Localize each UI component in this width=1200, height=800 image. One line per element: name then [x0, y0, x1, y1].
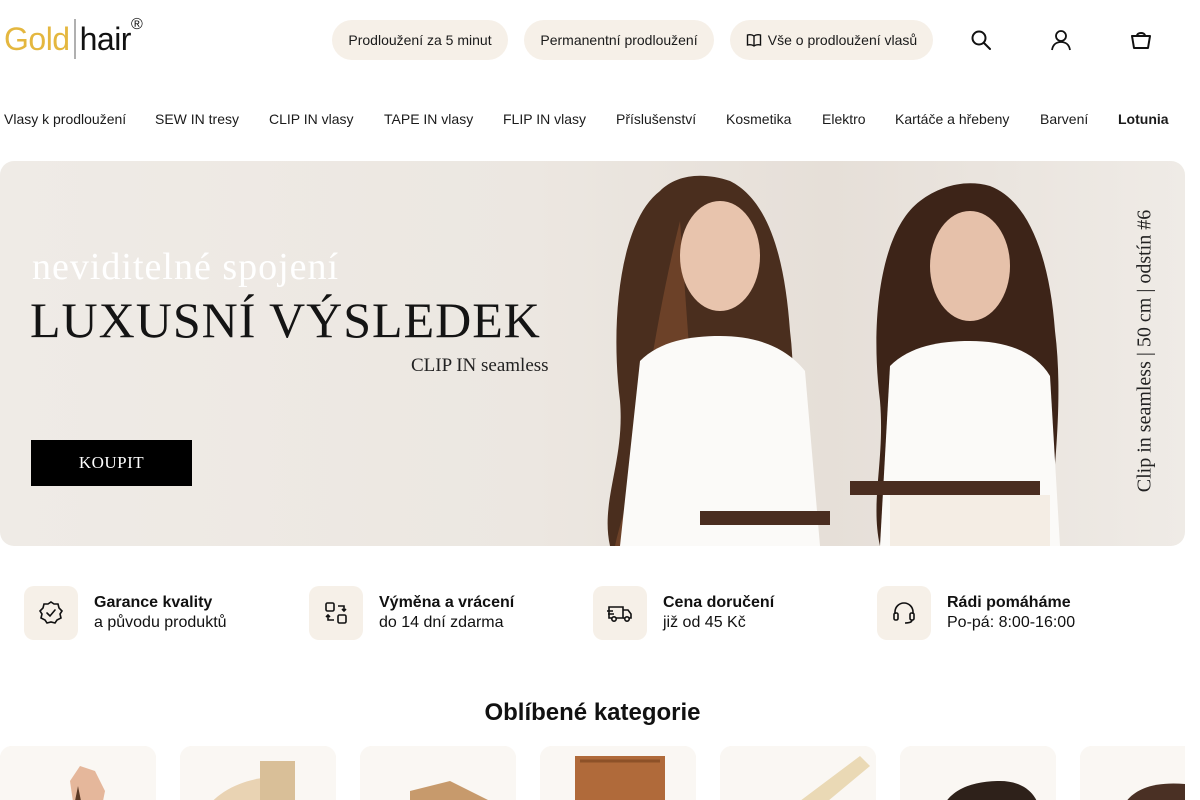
exchange-icon	[309, 586, 363, 640]
search-icon[interactable]	[968, 27, 994, 53]
category-card[interactable]	[0, 746, 156, 800]
nav-item-accessories[interactable]: Příslušenství	[616, 110, 696, 128]
category-card[interactable]	[1080, 746, 1185, 800]
logo-divider	[73, 19, 76, 59]
category-image	[360, 746, 516, 800]
hero-title: LUXUSNÍ VÝSLEDEK	[30, 292, 541, 348]
hero-subtitle: neviditelné spojení	[32, 246, 340, 288]
feature-delivery: Cena doručení již od 45 Kč	[593, 586, 774, 640]
category-image	[720, 746, 876, 800]
feature-text: do 14 dní zdarma	[379, 614, 504, 631]
logo-gold-text: Gold	[4, 20, 70, 57]
hero-side-text: Clip in seamless | 50 cm | odstín #6	[1133, 209, 1156, 493]
nav-item-flip-in[interactable]: FLIP IN vlasy	[503, 110, 586, 128]
pill-label: Permanentní prodloužení	[540, 32, 698, 48]
feature-text: a původu produktů	[94, 614, 227, 631]
category-card[interactable]	[900, 746, 1056, 800]
category-image	[180, 746, 336, 800]
category-image	[0, 746, 156, 800]
feature-title: Rádi pomáháme	[947, 594, 1071, 611]
user-icon[interactable]	[1048, 27, 1074, 53]
nav-item-lotunia[interactable]: Lotunia	[1118, 110, 1169, 128]
feature-text: Po-pá: 8:00-16:00	[947, 614, 1076, 631]
site-logo[interactable]: Gold hair ®	[4, 16, 143, 60]
logo-hair-text: hair	[79, 20, 132, 57]
nav-item-cosmetics[interactable]: Kosmetika	[726, 110, 791, 128]
nav-item-electro[interactable]: Elektro	[822, 110, 866, 128]
category-image	[1080, 746, 1185, 800]
pill-permanent-extension[interactable]: Permanentní prodloužení	[524, 20, 714, 60]
feature-title: Výměna a vrácení	[379, 594, 515, 611]
pill-label: Vše o prodloužení vlasů	[767, 32, 918, 48]
feature-support: Rádi pomáháme Po-pá: 8:00-16:00	[877, 586, 1075, 640]
headset-icon	[877, 586, 931, 640]
category-image	[540, 746, 696, 800]
pill-extension-5-min[interactable]: Prodloužení za 5 minut	[332, 20, 508, 60]
cart-icon[interactable]	[1128, 27, 1154, 53]
quality-badge-icon	[24, 586, 78, 640]
pill-label: Prodloužení za 5 minut	[348, 32, 492, 48]
nav-item-sew-in[interactable]: SEW IN tresy	[155, 110, 239, 128]
feature-title: Garance kvality	[94, 594, 213, 611]
feature-exchange: Výměna a vrácení do 14 dní zdarma	[309, 586, 514, 640]
hero-buy-button[interactable]: KOUPIT	[31, 440, 192, 486]
popular-categories-title: Oblíbené kategorie	[484, 699, 701, 726]
feature-text: již od 45 Kč	[663, 614, 746, 631]
book-icon	[746, 34, 761, 47]
nav-item-coloring[interactable]: Barvení	[1040, 110, 1088, 128]
hero-models-photo	[607, 175, 1060, 546]
logo-registered-mark: ®	[130, 16, 143, 33]
nav-item-clip-in[interactable]: CLIP IN vlasy	[269, 110, 354, 128]
nav-item-hair-extensions[interactable]: Vlasy k prodloužení	[4, 110, 126, 128]
hero-side-caption: Clip in seamless | 50 cm | odstín #6	[1130, 181, 1160, 521]
nav-item-tape-in[interactable]: TAPE IN vlasy	[384, 110, 473, 128]
category-card[interactable]	[360, 746, 516, 800]
pill-all-about-extension[interactable]: Vše o prodloužení vlasů	[730, 20, 933, 60]
category-card[interactable]	[180, 746, 336, 800]
delivery-truck-icon	[593, 586, 647, 640]
category-card[interactable]	[540, 746, 696, 800]
hero-banner[interactable]: neviditelné spojení LUXUSNÍ VÝSLEDEK CLI…	[0, 161, 1185, 546]
hero-product-tag: CLIP IN seamless	[411, 355, 549, 376]
nav-item-brushes[interactable]: Kartáče a hřebeny	[895, 110, 1009, 128]
feature-title: Cena doručení	[663, 594, 775, 611]
category-card[interactable]	[720, 746, 876, 800]
category-image	[900, 746, 1056, 800]
feature-quality: Garance kvality a původu produktů	[24, 586, 227, 640]
